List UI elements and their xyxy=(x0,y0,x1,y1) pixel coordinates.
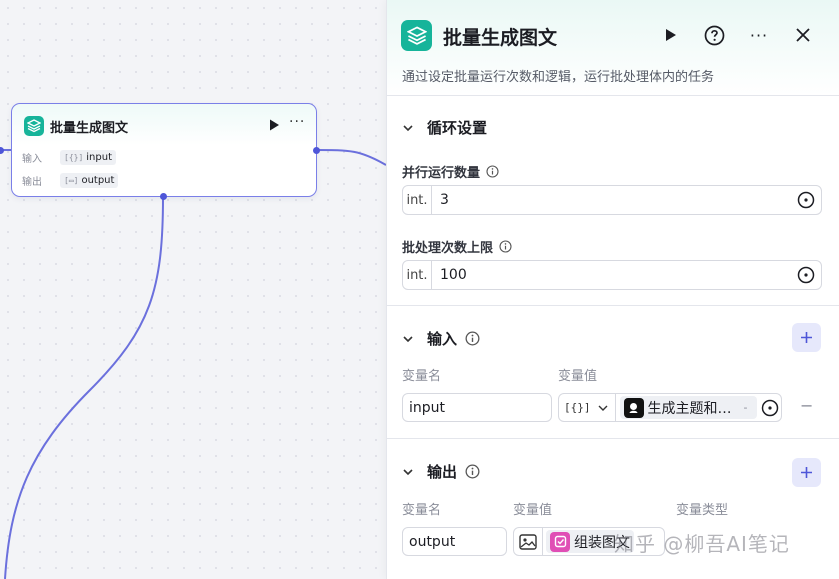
node-input-var: input xyxy=(86,152,112,163)
input-col-name: 变量名 xyxy=(402,369,442,384)
limit-value[interactable]: 100 xyxy=(432,267,797,283)
input-section-title: 输入 xyxy=(427,330,458,348)
node-input-row: 输入 [{}] input xyxy=(22,150,116,165)
info-icon[interactable] xyxy=(486,165,499,178)
watermark: 知乎 @柳吾AI笔记 xyxy=(614,532,790,556)
chevron-down-icon xyxy=(403,468,413,475)
loop-section-header[interactable]: 循环设置 xyxy=(401,117,487,138)
node-output-var: output xyxy=(81,175,115,186)
input-section-header[interactable]: 输入 xyxy=(401,328,480,349)
remove-input-button[interactable]: − xyxy=(800,396,813,415)
chevron-down-icon xyxy=(403,124,413,131)
output-col-type: 变量类型 xyxy=(676,503,729,518)
more-icon[interactable]: ··· xyxy=(289,114,305,130)
more-icon[interactable]: ··· xyxy=(748,24,770,46)
section-divider xyxy=(387,438,839,439)
batch-layers-icon xyxy=(24,116,44,136)
batch-layers-icon xyxy=(401,20,432,51)
parallel-label: 并行运行数量 xyxy=(402,166,481,181)
run-icon[interactable] xyxy=(659,24,681,46)
array-object-icon: [{}] xyxy=(564,401,591,414)
variable-ref-icon[interactable] xyxy=(797,266,815,284)
loop-section-title: 循环设置 xyxy=(427,119,488,137)
chevron-down-icon[interactable] xyxy=(597,402,609,414)
image-icon xyxy=(519,533,537,550)
edge-node-bottom xyxy=(4,196,164,579)
variable-ref-icon[interactable] xyxy=(797,191,815,209)
parallel-count-field[interactable]: int. 3 xyxy=(402,185,822,215)
node-settings-panel: 批量生成图文 ··· 通过设定批量运行次数和逻辑，运行批处理体内的任务 循环设置… xyxy=(386,0,839,579)
node-input-chip: [{}] input xyxy=(60,150,116,165)
run-icon[interactable] xyxy=(267,118,281,132)
section-divider xyxy=(387,305,839,306)
add-input-button[interactable] xyxy=(792,323,821,352)
info-icon[interactable] xyxy=(465,331,480,346)
array-object-icon: [{}] xyxy=(64,153,84,162)
edge-node-to-panel xyxy=(315,149,387,166)
limit-label-row: 批处理次数上限 xyxy=(402,237,512,256)
output-col-name: 变量名 xyxy=(402,503,442,518)
close-icon[interactable] xyxy=(792,24,814,46)
node-output-row: 输出 [▭] output xyxy=(22,173,119,188)
info-icon[interactable] xyxy=(465,464,480,479)
chevron-down-icon xyxy=(403,335,413,342)
batch-limit-field[interactable]: int. 100 xyxy=(402,260,822,290)
panel-description: 通过设定批量运行次数和逻辑，运行批处理体内的任务 xyxy=(402,70,715,85)
batch-node-card[interactable]: 批量生成图文 ··· 输入 [{}] input 输出 [▭] output xyxy=(11,103,317,197)
input-col-value: 变量值 xyxy=(558,369,598,384)
add-output-button[interactable] xyxy=(792,458,821,487)
node-output-chip: [▭] output xyxy=(60,173,119,188)
plus-icon xyxy=(801,467,812,478)
limit-type: int. xyxy=(403,261,432,289)
output-section-header[interactable]: 输出 xyxy=(401,461,480,482)
output-section-title: 输出 xyxy=(427,463,458,481)
node-right-port[interactable] xyxy=(313,147,320,154)
parallel-type: int. xyxy=(403,186,432,214)
plus-icon xyxy=(801,332,812,343)
node-bottom-port[interactable] xyxy=(160,193,167,200)
panel-header: 批量生成图文 ··· 通过设定批量运行次数和逻辑，运行批处理体内的任务 xyxy=(387,0,839,96)
limit-label: 批处理次数上限 xyxy=(402,241,494,256)
input-var-name-field[interactable]: input xyxy=(402,393,552,422)
variable-reference-chip[interactable]: 生成主题和… - xyxy=(619,396,758,419)
array-image-icon: [▭] xyxy=(64,176,79,185)
info-icon[interactable] xyxy=(499,240,512,253)
panel-title: 批量生成图文 xyxy=(443,27,558,49)
output-var-name-field[interactable]: output xyxy=(402,527,507,556)
node-output-label: 输出 xyxy=(22,177,42,188)
llm-node-icon xyxy=(623,397,644,418)
assemble-node-icon xyxy=(550,531,570,552)
variable-ref-icon[interactable] xyxy=(761,399,779,417)
input-var-value-field[interactable]: [{}] 生成主题和… - xyxy=(558,393,782,422)
parallel-value[interactable]: 3 xyxy=(432,192,797,208)
node-title: 批量生成图文 xyxy=(50,121,129,136)
parallel-label-row: 并行运行数量 xyxy=(402,162,499,181)
node-input-label: 输入 xyxy=(22,154,42,165)
variable-reference-suffix: - xyxy=(743,401,748,414)
variable-reference-text: 生成主题和… xyxy=(647,400,732,417)
output-col-value: 变量值 xyxy=(513,503,553,518)
help-icon[interactable] xyxy=(703,24,725,46)
